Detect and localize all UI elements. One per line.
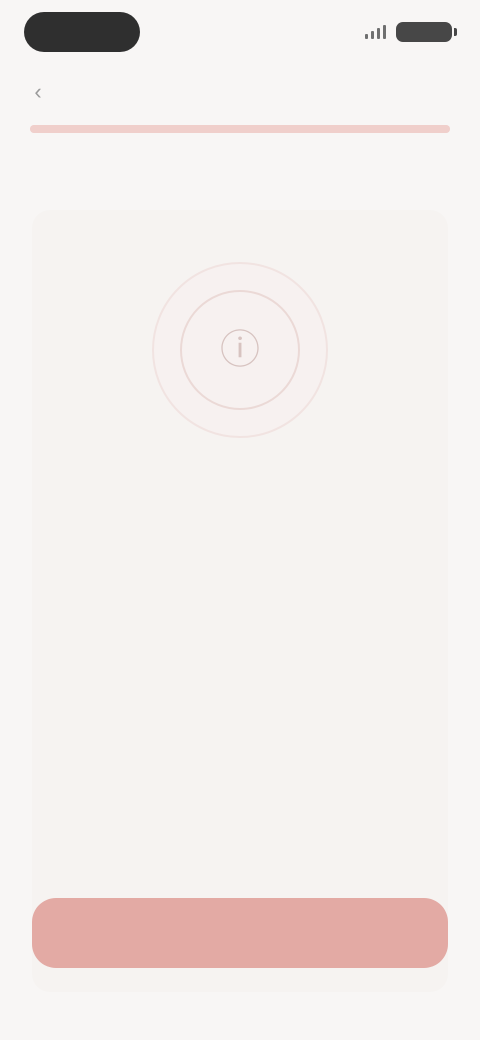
back-button[interactable]: ‹ [22, 76, 54, 108]
status-bar-pill [24, 12, 140, 52]
info-card: ⓘ [32, 210, 448, 992]
ring-glyph: ⓘ [220, 328, 260, 372]
chevron-left-icon: ‹ [34, 79, 42, 104]
ring-inner: ⓘ [180, 290, 300, 410]
status-bar-right [365, 22, 457, 42]
progress-fill [30, 125, 450, 133]
progress-bar [30, 125, 450, 133]
continue-button[interactable] [32, 898, 448, 968]
signal-icon [365, 25, 386, 39]
battery-icon [396, 22, 457, 42]
screen: ‹ ⓘ [0, 0, 480, 1040]
info-ring-icon: ⓘ [152, 262, 328, 438]
